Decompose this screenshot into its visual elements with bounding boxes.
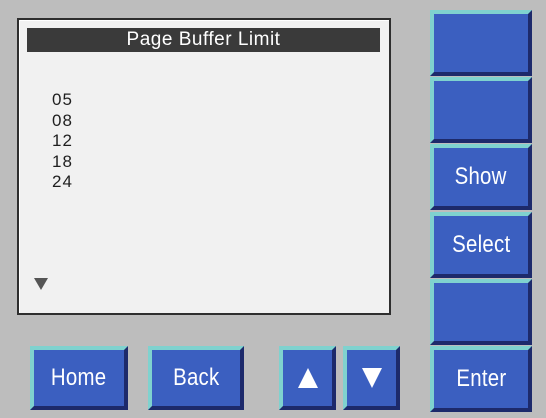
home-button-label: Home: [51, 364, 107, 391]
down-arrow-icon: [361, 368, 382, 388]
back-button[interactable]: Back: [148, 346, 244, 410]
show-button-label: Show: [454, 163, 508, 190]
side-button-2[interactable]: [430, 77, 532, 143]
up-arrow-button[interactable]: [279, 346, 336, 410]
display-screen: Page Buffer Limit 05 08 12 18 24: [17, 18, 391, 315]
more-below-icon: [34, 278, 48, 290]
show-button[interactable]: Show: [430, 144, 532, 210]
up-arrow-icon: [297, 368, 318, 388]
down-arrow-button[interactable]: [343, 346, 400, 410]
side-button-5[interactable]: [430, 279, 532, 345]
list-item[interactable]: 08: [52, 111, 73, 132]
list-item[interactable]: 12: [52, 131, 73, 152]
select-button-label: Select: [451, 231, 511, 258]
back-button-label: Back: [172, 364, 220, 391]
list-item[interactable]: 18: [52, 152, 73, 173]
list-item[interactable]: 24: [52, 172, 73, 193]
home-button[interactable]: Home: [30, 346, 128, 410]
select-button[interactable]: Select: [430, 212, 532, 278]
screen-title: Page Buffer Limit: [27, 28, 380, 52]
enter-button-label: Enter: [455, 365, 507, 392]
list-item[interactable]: 05: [52, 90, 73, 111]
enter-button[interactable]: Enter: [430, 346, 532, 412]
option-list: 05 08 12 18 24: [52, 90, 73, 193]
side-button-1[interactable]: [430, 10, 532, 76]
